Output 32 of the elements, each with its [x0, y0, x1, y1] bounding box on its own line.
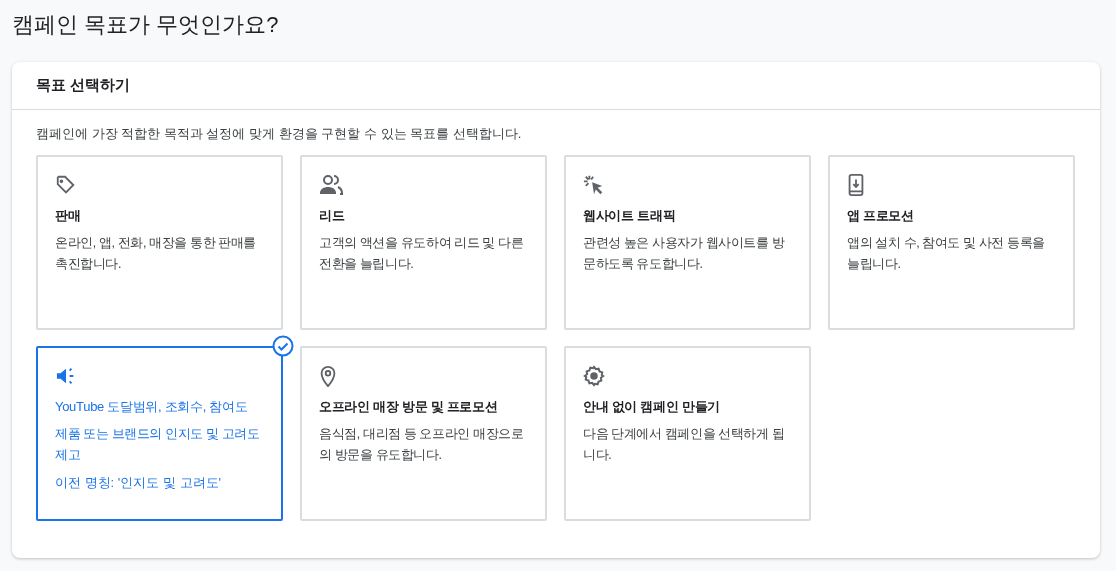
goal-title: 웹사이트 트래픽: [583, 207, 677, 225]
goal-note: 이전 명칭: '인지도 및 고려도': [55, 474, 223, 492]
goal-card[interactable]: YouTube 도달범위, 조회수, 참여도 제품 또는 브랜드의 인지도 및 고려도 제고 이전 명칭: '인지도 및 고려도': [36, 346, 283, 521]
goal-card[interactable]: 안내 없이 캠페인 만들기 다음 단계에서 캠페인을 선택하게 됩니다.: [564, 346, 811, 521]
people-icon: [319, 174, 343, 196]
goal-description: 앱의 설치 수, 참여도 및 사전 등록을 늘립니다.: [847, 235, 1046, 273]
tag-icon: [55, 174, 77, 196]
goal-title: 판매: [55, 207, 82, 225]
cursor-click-icon: [583, 174, 605, 196]
phone-download-icon: [847, 174, 865, 196]
panel-description: 캠페인에 가장 적합한 목적과 설정에 맞게 환경을 구현할 수 있는 목표를 선택합니다.: [36, 125, 523, 143]
goal-card[interactable]: 웹사이트 트래픽 관련성 높은 사용자가 웹사이트를 방문하도록 유도합니다.: [564, 155, 811, 330]
goal-description: 고객의 액션을 유도하여 리드 및 다른 전환을 늘립니다.: [319, 235, 525, 273]
goal-title: 앱 프로모션: [847, 207, 915, 225]
goal-title: 오프라인 매장 방문 및 프로모션: [319, 398, 499, 416]
goal-description: 관련성 높은 사용자가 웹사이트를 방문하도록 유도합니다.: [583, 235, 786, 273]
goal-title: 리드: [319, 207, 346, 225]
goal-description: 제품 또는 브랜드의 인지도 및 고려도 제고: [55, 426, 261, 464]
goal-card[interactable]: 앱 프로모션 앱의 설치 수, 참여도 및 사전 등록을 늘립니다.: [828, 155, 1075, 330]
goal-card[interactable]: 리드 고객의 액션을 유도하여 리드 및 다른 전환을 늘립니다.: [300, 155, 547, 330]
goal-title: 안내 없이 캠페인 만들기: [583, 398, 721, 416]
check-circle-icon: [272, 335, 294, 357]
goal-card[interactable]: 오프라인 매장 방문 및 프로모션 음식점, 대리점 등 오프라인 매장으로의 방문을 유도합니다.: [300, 346, 547, 521]
goal-card[interactable]: 판매 온라인, 앱, 전화, 매장을 통한 판매를 촉진합니다.: [36, 155, 283, 330]
goal-description: 다음 단계에서 캠페인을 선택하게 됩니다.: [583, 426, 786, 464]
goal-description: 온라인, 앱, 전화, 매장을 통한 판매를 촉진합니다.: [55, 235, 257, 273]
goal-description: 음식점, 대리점 등 오프라인 매장으로의 방문을 유도합니다.: [319, 426, 525, 464]
goal-title: YouTube 도달범위, 조회수, 참여도: [55, 398, 249, 416]
settings-icon: [583, 365, 605, 387]
location-pin-icon: [319, 365, 337, 387]
panel-title: 목표 선택하기: [36, 75, 131, 96]
page-title: 캠페인 목표가 무엇인가요?: [12, 11, 280, 39]
